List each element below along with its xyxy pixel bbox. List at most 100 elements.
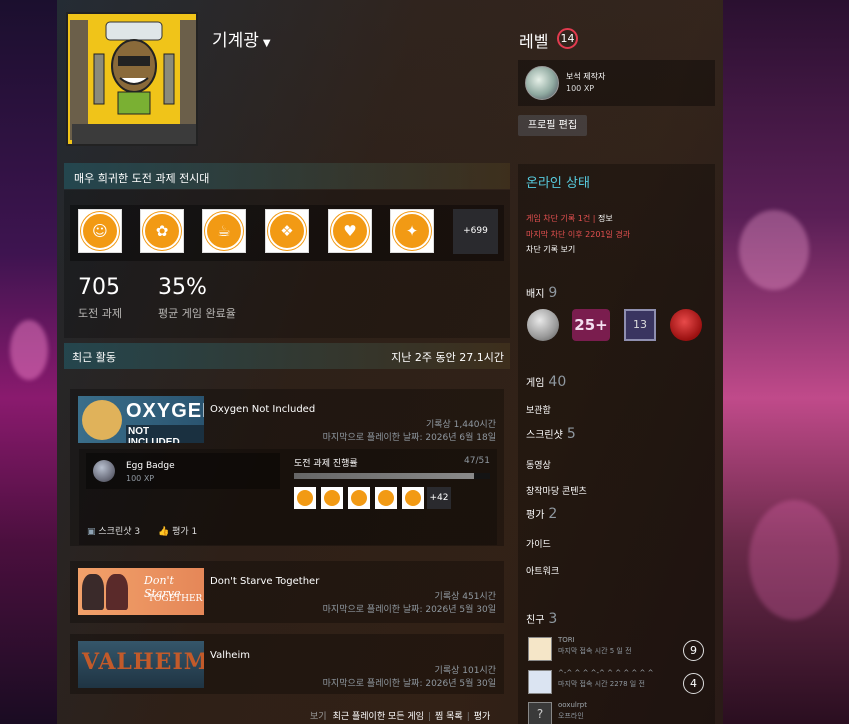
- edit-profile-button[interactable]: 프로필 편집: [518, 115, 587, 136]
- achievement-icon[interactable]: ☕: [202, 209, 246, 253]
- game-hours: 기록상 1,440시간: [425, 420, 496, 430]
- recent-activity-title: 최근 활동: [72, 351, 116, 364]
- level-label: 레벨: [519, 32, 549, 51]
- achievement-icon-small[interactable]: [375, 487, 397, 509]
- achievement-icon-small[interactable]: [321, 487, 343, 509]
- friend-name[interactable]: ooxulrpt: [558, 701, 587, 709]
- achievement-progress-count: 47/51: [464, 456, 490, 466]
- achievement-icon-small[interactable]: [348, 487, 370, 509]
- friend-avatar[interactable]: [528, 637, 552, 661]
- egg-badge[interactable]: Egg Badge 100 XP: [86, 453, 280, 489]
- egg-badge-xp: 100 XP: [126, 474, 155, 483]
- recent-activity-header: 최근 활동 지난 2주 동안 27.1시간: [64, 343, 510, 369]
- view-ban-history-link[interactable]: 차단 기록 보기: [526, 244, 575, 255]
- egg-badge-icon: [93, 460, 115, 482]
- achievement-progress-label: 도전 과제 진행률: [294, 459, 358, 469]
- game-hours: 기록상 101시간: [434, 666, 496, 676]
- games-label: 게임: [526, 378, 545, 389]
- separator: |: [427, 712, 431, 722]
- game-title[interactable]: Oxygen Not Included: [210, 404, 315, 415]
- achievement-icon-small[interactable]: [402, 487, 424, 509]
- reviews-footer-link[interactable]: 평가: [474, 712, 491, 722]
- achievement-progress-fill: [294, 473, 475, 479]
- sidebar-reviews[interactable]: 평가 2: [526, 506, 557, 522]
- chevron-down-icon[interactable]: ▼: [263, 38, 271, 49]
- sidebar-videos[interactable]: 동영상: [526, 458, 551, 471]
- character-icon: [106, 574, 128, 610]
- achievement-icon[interactable]: ✿: [140, 209, 184, 253]
- friend-avatar[interactable]: [528, 670, 552, 694]
- all-recent-games-link[interactable]: 최근 플레이한 모든 게임: [333, 712, 424, 722]
- screenshots-link[interactable]: ▣ 스크린샷 3: [87, 524, 140, 537]
- game-card-dont-starve-together: Don't Starve TOGETHER Don't Starve Toget…: [70, 561, 504, 623]
- friend-status: 오프라인: [558, 712, 584, 720]
- background-glow-1: [10, 320, 48, 380]
- badges-count: 9: [548, 285, 558, 301]
- red-seal-badge-icon[interactable]: [670, 309, 702, 341]
- capsule-title-line2: NOT INCLUDED: [126, 425, 204, 443]
- showcase-title: 매우 희귀한 도전 과제 전시대: [64, 163, 510, 189]
- achievement-icon[interactable]: ❖: [265, 209, 309, 253]
- avatar-illustration: [68, 14, 196, 144]
- achievement-count-label: 도전 과제: [78, 307, 122, 320]
- friends-label: 친구: [526, 615, 545, 626]
- more-achievements-button[interactable]: +699: [453, 209, 498, 254]
- recent-footer-links: 보기 최근 플레이한 모든 게임 | 찜 목록 | 평가: [310, 709, 490, 722]
- game-title[interactable]: Don't Starve Together: [210, 576, 319, 587]
- friend-name[interactable]: ^-^ ^ ^ ^-^ ^ ^ ^ ^ ^ ^: [558, 669, 653, 677]
- avatar[interactable]: [66, 12, 198, 146]
- camera-icon: ▣: [87, 527, 96, 537]
- egg-badge-name: Egg Badge: [126, 461, 175, 471]
- games-count: 40: [548, 374, 567, 390]
- friend-level-badge: 4: [683, 673, 704, 694]
- completion-rate: 35%: [158, 275, 207, 300]
- profile-name[interactable]: 기계광 ▼: [212, 26, 271, 51]
- game-capsule[interactable]: Don't Starve TOGETHER: [78, 568, 204, 615]
- completion-rate-label: 평균 게임 완료율: [158, 307, 236, 320]
- capsule-title-line2: TOGETHER: [148, 594, 203, 604]
- friend-level-badge: 9: [683, 640, 704, 661]
- friend-name[interactable]: TORI: [558, 636, 575, 644]
- achievement-icon[interactable]: ✦: [390, 209, 434, 253]
- sidebar-artwork[interactable]: 아트워크: [526, 564, 559, 577]
- badge-silver-icon[interactable]: [527, 309, 559, 341]
- character-icon: [82, 574, 104, 610]
- ban-info-link[interactable]: 정보: [598, 214, 613, 223]
- achievement-icon[interactable]: ☺: [78, 209, 122, 253]
- more-achievements-small-button[interactable]: +42: [427, 487, 451, 509]
- recent-activity-summary: 지난 2주 동안 27.1시간: [391, 351, 504, 364]
- sidebar-inventory[interactable]: 보관함: [526, 403, 551, 416]
- thumbs-up-icon: 👍: [158, 527, 170, 537]
- game-title[interactable]: Valheim: [210, 650, 250, 661]
- sidebar-guides[interactable]: 가이드: [526, 537, 551, 550]
- online-status: 온라인 상태: [526, 176, 590, 191]
- achievement-icon-small[interactable]: [294, 487, 316, 509]
- game-hours: 기록상 451시간: [434, 592, 496, 602]
- sidebar-workshop[interactable]: 창작마당 콘텐츠: [526, 484, 587, 497]
- ban-days-since: 마지막 차단 이후 2201일 경과: [526, 230, 631, 239]
- level-13-badge-icon[interactable]: 13: [624, 309, 656, 341]
- achievement-progress-bar: [294, 473, 490, 479]
- featured-badge-xp: 100 XP: [566, 84, 595, 93]
- featured-badge[interactable]: 보석 제작자 100 XP: [518, 60, 715, 106]
- game-capsule[interactable]: OXYGEN NOT INCLUDED: [78, 396, 204, 443]
- sidebar-badges[interactable]: 배지 9: [526, 285, 557, 301]
- screenshots-label: 스크린샷: [526, 430, 563, 441]
- game-capsule[interactable]: VALHEIM: [78, 641, 204, 688]
- wishlist-link[interactable]: 찜 목록: [435, 712, 463, 722]
- game-card-valheim: VALHEIM Valheim 기록상 101시간 마지막으로 플레이한 날짜:…: [70, 634, 504, 694]
- default-avatar-icon[interactable]: ?: [528, 702, 552, 724]
- screenshots-link-text: 스크린샷 3: [98, 527, 141, 537]
- reviews-label: 평가: [526, 510, 545, 521]
- achievement-icon[interactable]: ♥: [328, 209, 372, 253]
- duplicant-icon: [82, 400, 122, 440]
- sidebar-games[interactable]: 게임 40: [526, 374, 566, 390]
- capsule-title-line1: OXYGEN: [126, 400, 204, 422]
- sidebar-friends[interactable]: 친구 3: [526, 611, 557, 627]
- level-badge[interactable]: 14: [557, 28, 578, 49]
- reviews-link[interactable]: 👍 평가 1: [158, 524, 197, 537]
- gem-badge-icon: [525, 66, 559, 100]
- friend-status: 마지막 접속 시간 2278 일 전: [558, 680, 645, 688]
- sidebar-screenshots[interactable]: 스크린샷 5: [526, 426, 576, 442]
- years-service-badge-icon[interactable]: 25+: [572, 309, 610, 341]
